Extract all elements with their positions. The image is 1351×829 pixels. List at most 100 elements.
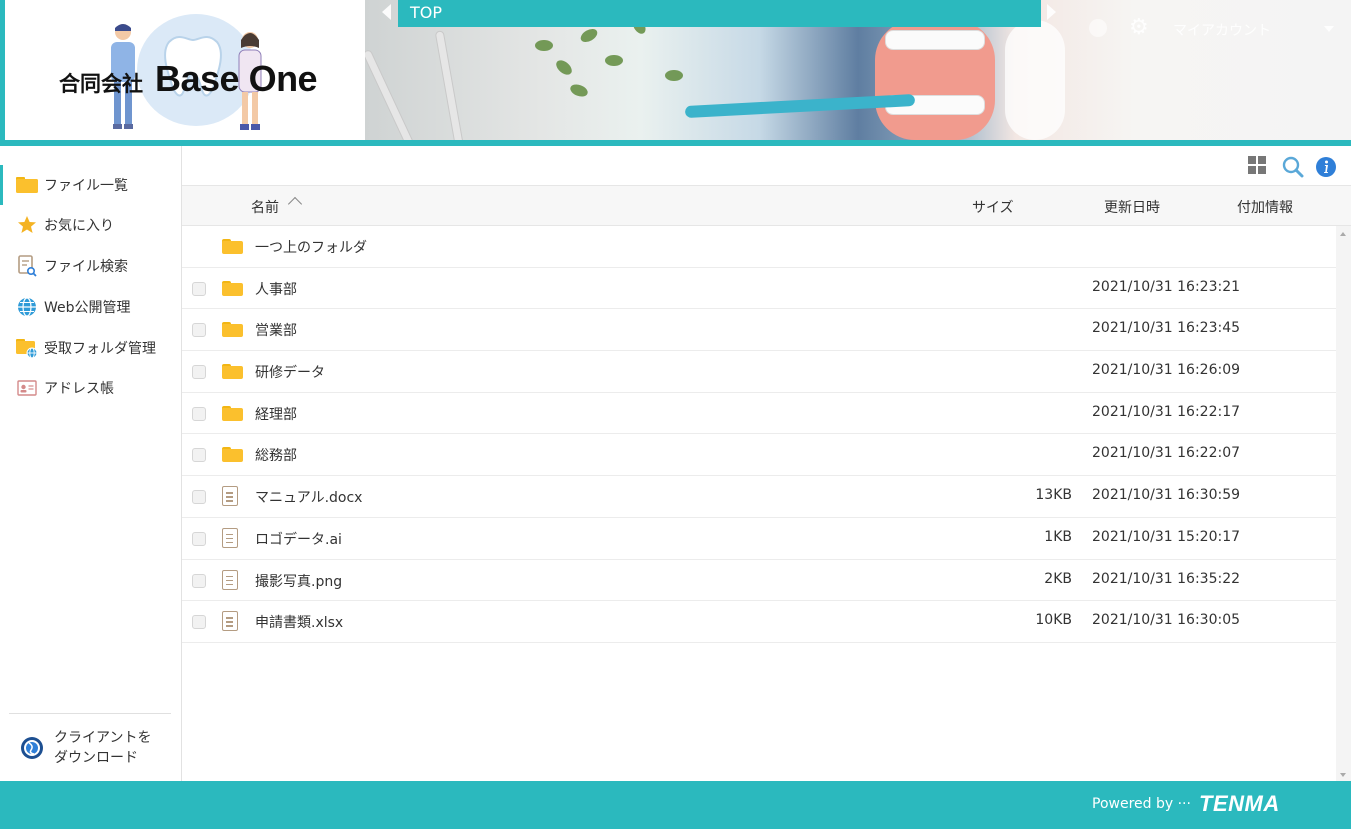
my-account-label[interactable]: マイアカウント	[1173, 20, 1271, 40]
file-size: 13KB	[1035, 487, 1072, 504]
table-row[interactable]: 人事部 2021/10/31 16:23:21	[182, 268, 1336, 310]
table-header: 名前 サイズ 更新日時 付加情報	[182, 186, 1351, 226]
row-checkbox[interactable]	[192, 365, 206, 380]
table-row[interactable]: 経理部 2021/10/31 16:22:17	[182, 393, 1336, 435]
file-list: 一つ上のフォルダ 人事部 2021/10/31 16:23:21 営業部 2021/1…	[182, 226, 1336, 643]
column-size[interactable]: サイズ	[972, 197, 1014, 217]
chevron-down-icon[interactable]	[1324, 26, 1334, 32]
table-row[interactable]: 研修データ 2021/10/31 16:26:09	[182, 351, 1336, 393]
file-updated-date: 2021/10/31 16:23:21	[1092, 278, 1241, 295]
file-updated-date: 2021/10/31 16:23:45	[1092, 320, 1241, 337]
folder-icon	[222, 278, 244, 298]
file-name[interactable]: 研修データ	[255, 362, 325, 382]
file-name[interactable]: 営業部	[255, 320, 297, 340]
file-updated-date: 2021/10/31 16:26:09	[1092, 362, 1241, 379]
gear-icon[interactable]: ⚙	[1129, 15, 1149, 40]
sidebar-item-label: お気に入り	[44, 218, 114, 234]
file-icon	[222, 569, 244, 590]
breadcrumb-top[interactable]: TOP	[410, 3, 442, 22]
breadcrumb[interactable]: TOP	[398, 0, 1041, 27]
sidebar-item-web-publish[interactable]: Web公開管理	[0, 287, 181, 327]
logo[interactable]: 合同会社 Base One	[0, 0, 365, 140]
sidebar-item-label: 受取フォルダ管理	[44, 341, 156, 357]
address-card-icon	[16, 377, 38, 399]
parent-folder-row[interactable]: 一つ上のフォルダ	[182, 226, 1336, 268]
company-name-label: Base One	[155, 58, 318, 99]
file-updated-date: 2021/10/31 16:22:17	[1092, 403, 1241, 420]
file-updated-date: 2021/10/31 15:20:17	[1092, 528, 1241, 545]
file-name[interactable]: 経理部	[255, 404, 297, 424]
folder-icon	[222, 361, 244, 381]
table-row[interactable]: 総務部 2021/10/31 16:22:07	[182, 434, 1336, 477]
file-updated-date: 2021/10/31 16:35:22	[1092, 570, 1241, 587]
table-row[interactable]: 撮影写真.png 2KB 2021/10/31 16:35:22	[182, 560, 1336, 602]
table-row[interactable]: 申請書類.xlsx 10KB 2021/10/31 16:30:05	[182, 601, 1336, 643]
row-checkbox[interactable]	[192, 490, 206, 505]
file-name[interactable]: 申請書類.xlsx	[255, 612, 343, 632]
notification-icon[interactable]	[1089, 19, 1107, 37]
sidebar-item-favorites[interactable]: お気に入り	[0, 205, 181, 245]
file-icon	[222, 527, 244, 548]
table-row[interactable]: ロゴデータ.ai 1KB 2021/10/31 15:20:17	[182, 518, 1336, 560]
row-checkbox[interactable]	[192, 406, 206, 421]
sidebar-item-label: アドレス帳	[44, 381, 114, 397]
file-name[interactable]: マニュアル.docx	[255, 487, 362, 507]
client-app-icon	[21, 737, 43, 759]
account-menu[interactable]: ⚙ マイアカウント	[1085, 12, 1351, 42]
client-download-label-line1: クライアントを	[54, 730, 152, 746]
row-checkbox[interactable]	[192, 448, 206, 463]
file-list-panel: 名前 サイズ 更新日時 付加情報 一つ上のフォルダ 人事部 2021/10/31 …	[182, 146, 1351, 781]
file-name[interactable]: 人事部	[255, 279, 297, 299]
file-size: 2KB	[1044, 570, 1072, 587]
file-name[interactable]: 総務部	[255, 445, 297, 465]
company-name: 合同会社 Base One	[59, 58, 318, 100]
row-checkbox[interactable]	[192, 573, 206, 588]
breadcrumb-prev-arrow[interactable]	[382, 4, 391, 20]
grid-view-icon[interactable]	[1248, 156, 1270, 178]
folder-icon	[222, 236, 244, 256]
row-checkbox[interactable]	[192, 531, 206, 546]
star-icon	[16, 214, 38, 236]
folder-icon	[16, 174, 38, 196]
sidebar: ファイル一覧 お気に入り ファイル検索 Web公開管理 受取フォルダ管理 アドレ…	[0, 146, 182, 781]
breadcrumb-next-arrow[interactable]	[1047, 4, 1056, 20]
search-icon[interactable]	[1282, 156, 1304, 178]
sidebar-item-label: ファイル検索	[44, 259, 128, 275]
client-download-link[interactable]: クライアントを ダウンロード	[20, 726, 170, 770]
folder-globe-icon	[16, 337, 38, 359]
footer: Powered by ··· TENMA	[0, 781, 1351, 829]
sidebar-item-file-list[interactable]: ファイル一覧	[0, 165, 181, 205]
parent-folder-label[interactable]: 一つ上のフォルダ	[255, 237, 367, 257]
file-updated-date: 2021/10/31 16:30:59	[1092, 487, 1241, 504]
vertical-scrollbar[interactable]	[1336, 226, 1351, 781]
sidebar-divider	[9, 713, 171, 714]
file-name[interactable]: ロゴデータ.ai	[255, 529, 342, 549]
column-name[interactable]: 名前	[251, 197, 279, 217]
folder-icon	[222, 444, 244, 464]
file-size: 1KB	[1044, 528, 1072, 545]
client-download-label-line2: ダウンロード	[54, 750, 138, 766]
sort-ascending-icon[interactable]	[287, 196, 303, 212]
file-updated-date: 2021/10/31 16:22:07	[1092, 445, 1241, 462]
scroll-down-icon[interactable]	[1340, 773, 1346, 777]
row-checkbox[interactable]	[192, 281, 206, 296]
row-checkbox[interactable]	[192, 615, 206, 630]
table-row[interactable]: 営業部 2021/10/31 16:23:45	[182, 309, 1336, 352]
file-name[interactable]: 撮影写真.png	[255, 571, 342, 591]
info-icon[interactable]	[1315, 156, 1337, 178]
sidebar-item-receive-folder[interactable]: 受取フォルダ管理	[0, 328, 181, 368]
file-icon	[222, 486, 244, 507]
tenma-logo: TENMA	[1199, 791, 1280, 816]
scroll-up-icon[interactable]	[1340, 232, 1346, 236]
sidebar-item-file-search[interactable]: ファイル検索	[0, 246, 181, 286]
column-extra-info[interactable]: 付加情報	[1237, 197, 1293, 217]
file-size: 10KB	[1035, 612, 1072, 629]
column-updated[interactable]: 更新日時	[1104, 197, 1160, 217]
folder-icon	[222, 319, 244, 339]
row-checkbox[interactable]	[192, 323, 206, 338]
table-row[interactable]: マニュアル.docx 13KB 2021/10/31 16:30:59	[182, 476, 1336, 518]
sidebar-item-address-book[interactable]: アドレス帳	[0, 368, 181, 408]
file-icon	[222, 611, 244, 632]
company-type-label: 合同会社	[59, 72, 143, 96]
globe-icon	[16, 296, 38, 318]
